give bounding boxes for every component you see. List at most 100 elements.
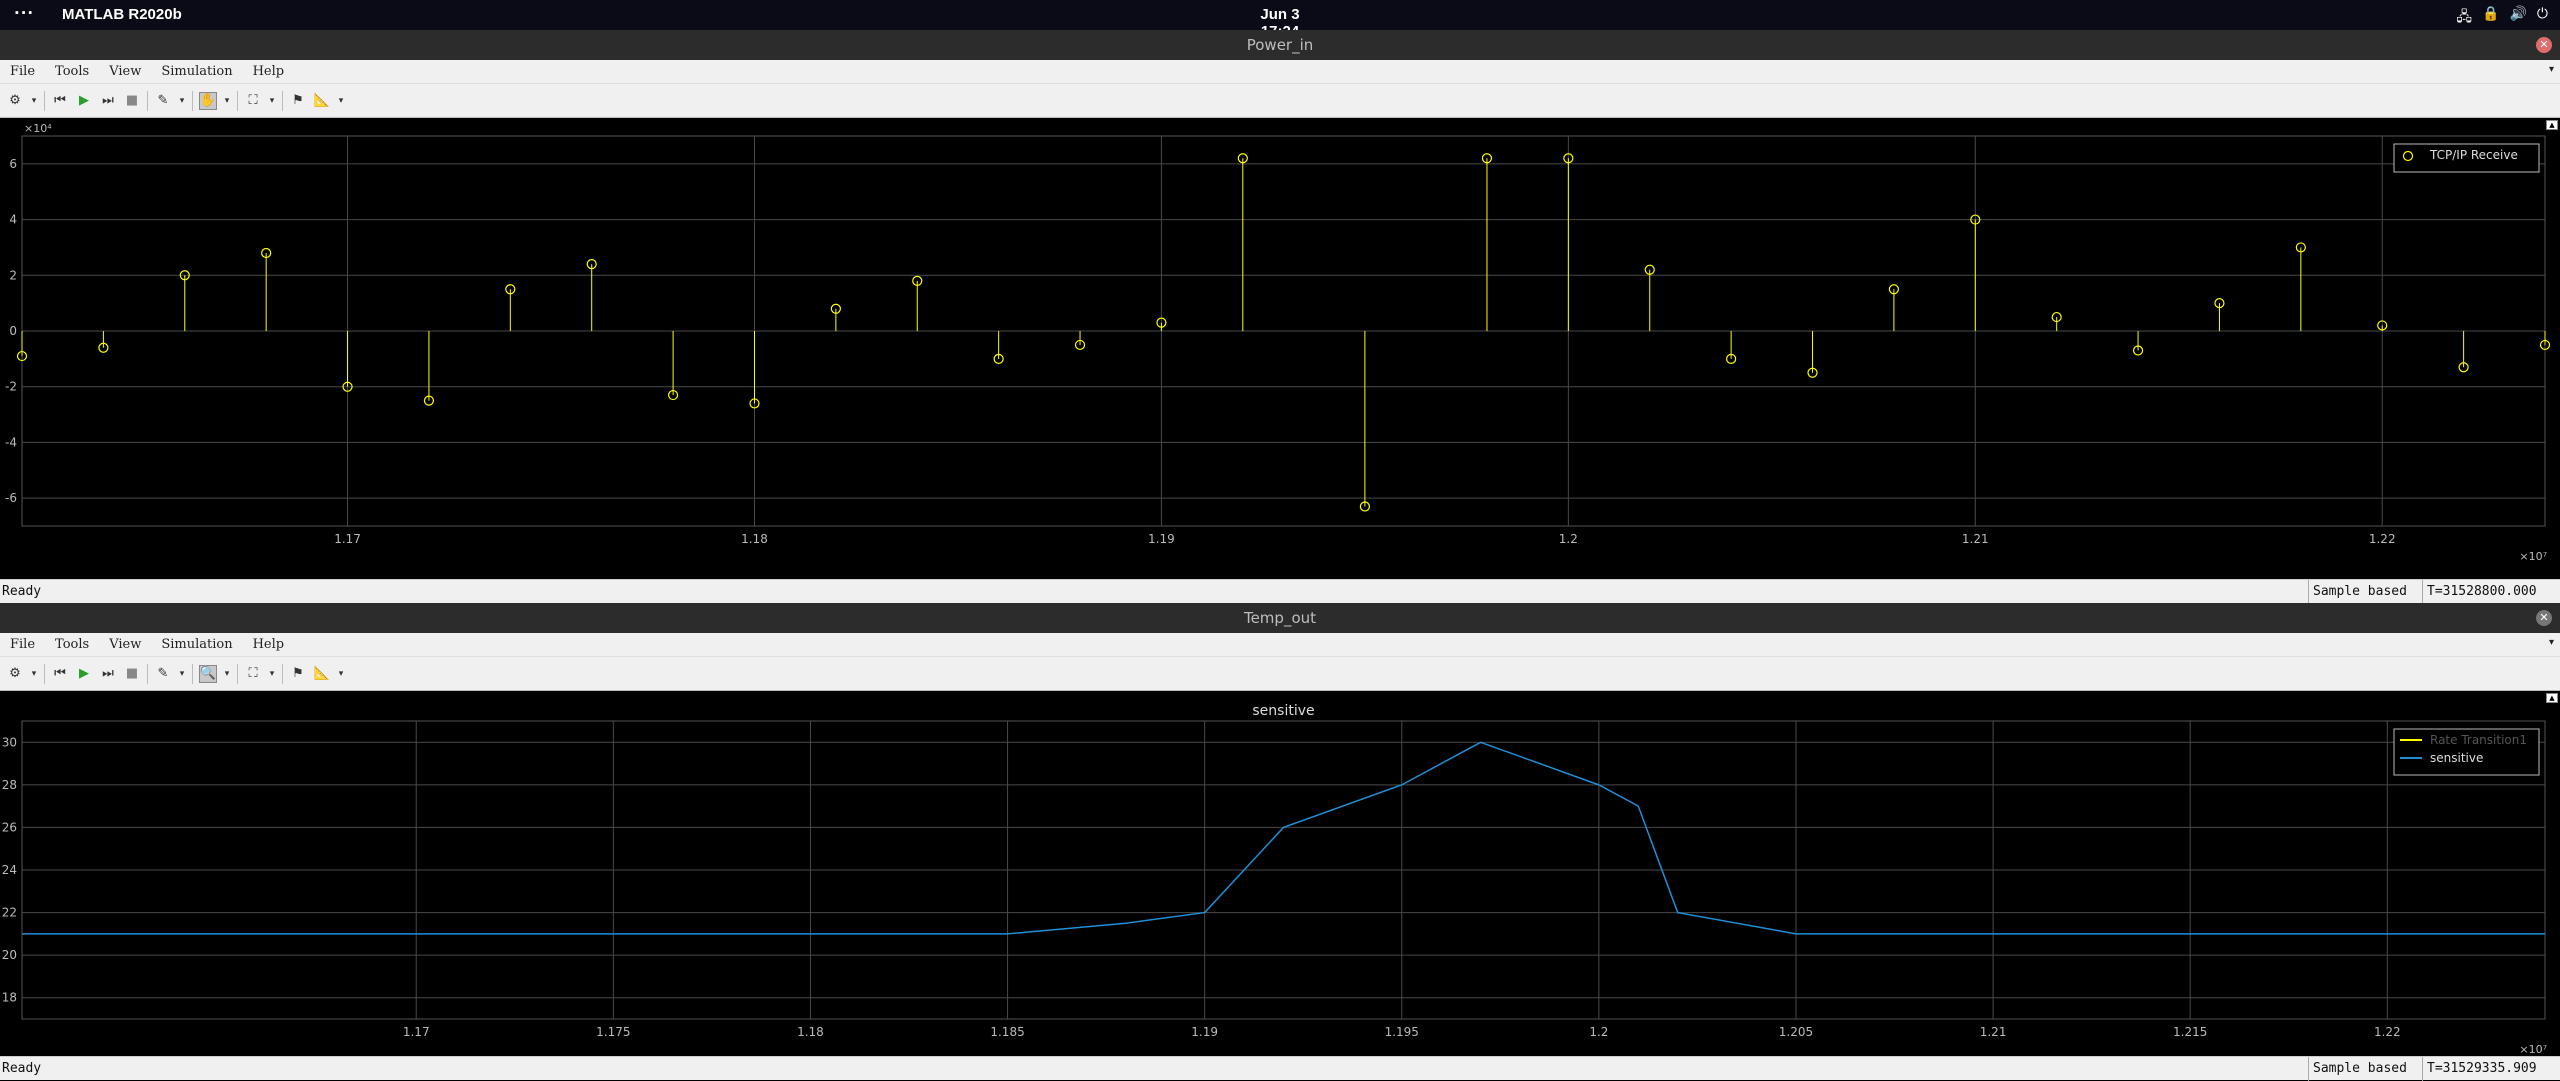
legend-label: Rate Transition1 [2430,733,2527,747]
settings-icon[interactable]: ⚙ [6,665,24,683]
menu-view[interactable]: View [109,637,141,652]
measure-icon[interactable]: 📐 [313,665,331,683]
window-title: Temp_out [1243,609,1317,627]
x-tick-label: 1.205 [1779,1025,1813,1039]
x-tick-label: 1.175 [596,1025,630,1039]
menu-simulation[interactable]: Simulation [161,64,232,79]
menu-simulation[interactable]: Simulation [161,637,232,652]
app-name[interactable]: MATLAB R2020b [62,6,182,23]
y-tick-label: 22 [2,906,17,920]
y-tick-label: 24 [2,863,17,877]
triggers-icon[interactable]: ⚑ [289,665,307,683]
power-in-chart[interactable]: 1.17 1.18 1.19 1.2 1.21 1.22 -6 -4 -2 0 2 4 6 ×10⁴ ×10… [0,118,2560,579]
system-tray[interactable]: 🖧 🔒 🔊 ⏻ [2456,6,2548,30]
y-tick-label: 30 [2,735,17,749]
y-tick-label: 28 [2,778,17,792]
menubar: File Tools View Simulation Help ▾ [0,60,2560,84]
x-tick-label: 1.195 [1385,1025,1419,1039]
x-tick-label: 1.17 [403,1025,430,1039]
volume-icon[interactable]: 🔊 [2509,6,2526,30]
window-title: Power_in [1246,36,1314,54]
toolbar-separator [147,90,148,111]
sample-mode: Sample based [2308,1057,2420,1081]
dropdown-icon[interactable]: ▾ [30,665,38,683]
dropdown-icon[interactable]: ▾ [30,92,38,110]
menu-help[interactable]: Help [253,64,285,79]
menu-help[interactable]: Help [253,637,285,652]
y-tick-label: -6 [5,491,17,505]
x-tick-label: 1.21 [1980,1025,2007,1039]
scope-plot-area[interactable]: ▲ 1.17 1.18 1.19 1.2 1.21 1.22 -6 -4 -2 0 2 4 6 ×10⁴ ×… [0,118,2560,579]
stop-icon[interactable]: ■ [123,665,141,683]
dropdown-icon[interactable]: ▾ [268,665,276,683]
sim-time: T=31528800.000 [2422,580,2560,604]
y-tick-label: 18 [2,991,17,1005]
close-icon[interactable]: ✕ [2536,610,2552,626]
pan-hand-icon[interactable]: ✋ [199,91,217,110]
dropdown-icon[interactable]: ▾ [337,92,345,110]
x-tick-label: 1.21 [1962,532,1989,546]
menubar-arrow-icon[interactable]: ▾ [2549,637,2554,648]
toolbar: ⚙ ▾ ⏮ ▶ ⏭ ■ ✎ ▾ 🔍 ▾ ⛶ ▾ ⚑ 📐 ▾ [0,657,2560,691]
stop-icon[interactable]: ■ [123,92,141,110]
dropdown-icon[interactable]: ▾ [337,665,345,683]
menu-file[interactable]: File [10,64,35,79]
close-icon[interactable]: ✕ [2536,37,2552,53]
y-tick-label: 20 [2,948,17,962]
autoscale-icon[interactable]: ⛶ [244,92,262,110]
step-forward-icon[interactable]: ⏭ [99,665,117,683]
step-forward-icon[interactable]: ⏭ [99,92,117,110]
window-titlebar[interactable]: Power_in ✕ [0,30,2560,60]
temp-out-chart[interactable]: 1.17 1.175 1.18 1.185 1.19 1.195 1.2 1.205 1.21 1… [0,691,2560,1056]
zoom-icon[interactable]: 🔍 [199,664,217,683]
scope-plot-area[interactable]: ▲ 1.17 1.175 1.18 1.185 1.19 1.195 1.2 1.205 1.2… [0,691,2560,1056]
x-tick-label: 1.2 [1559,532,1578,546]
y-tick-label: -4 [5,435,17,449]
window-titlebar[interactable]: Temp_out ✕ [0,603,2560,633]
activities-menu[interactable]: ··· [14,4,34,22]
lock-icon[interactable]: 🔒 [2482,6,2499,30]
x-tick-label: 1.215 [2173,1025,2207,1039]
x-tick-label: 1.17 [334,532,361,546]
dropdown-icon[interactable]: ▾ [178,92,186,110]
dropdown-icon[interactable]: ▾ [223,92,231,110]
toolbar: ⚙ ▾ ⏮ ▶ ⏭ ■ ✎ ▾ ✋ ▾ ⛶ ▾ ⚑ 📐 ▾ [0,84,2560,118]
menubar-arrow-icon[interactable]: ▾ [2549,64,2554,75]
autoscale-icon[interactable]: ⛶ [244,665,262,683]
sim-time: T=31529335.909 [2422,1057,2560,1081]
menu-tools[interactable]: Tools [55,64,89,79]
triggers-icon[interactable]: ⚑ [289,92,307,110]
highlight-icon[interactable]: ✎ [154,92,172,110]
highlight-icon[interactable]: ✎ [154,665,172,683]
x-exponent-label: ×10⁷ [2519,1043,2547,1056]
step-back-icon[interactable]: ⏮ [51,665,69,683]
menu-tools[interactable]: Tools [55,637,89,652]
y-tick-label: 0 [9,324,17,338]
x-tick-label: 1.18 [797,1025,824,1039]
power-icon[interactable]: ⏻ [2537,6,2548,30]
run-icon[interactable]: ▶ [75,665,93,683]
legend-label: TCP/IP Receive [2429,148,2518,162]
toolbar-separator [237,663,238,684]
dropdown-icon[interactable]: ▾ [178,665,186,683]
dropdown-icon[interactable]: ▾ [268,92,276,110]
y-tick-label: -2 [5,380,17,394]
network-icon[interactable]: 🖧 [2456,6,2472,30]
toolbar-separator [282,663,283,684]
dropdown-icon[interactable]: ▾ [223,665,231,683]
x-exponent-label: ×10⁷ [2519,550,2547,563]
run-icon[interactable]: ▶ [75,92,93,110]
y-tick-label: 26 [2,820,17,834]
legend-label: sensitive [2430,751,2483,765]
measure-icon[interactable]: 📐 [313,92,331,110]
step-back-icon[interactable]: ⏮ [51,92,69,110]
toolbar-separator [192,90,193,111]
x-tick-label: 1.22 [2374,1025,2401,1039]
menu-file[interactable]: File [10,637,35,652]
toolbar-separator [44,90,45,111]
settings-icon[interactable]: ⚙ [6,92,24,110]
toolbar-separator [282,90,283,111]
y-exponent-label: ×10⁴ [24,122,52,135]
toolbar-separator [147,663,148,684]
menu-view[interactable]: View [109,64,141,79]
